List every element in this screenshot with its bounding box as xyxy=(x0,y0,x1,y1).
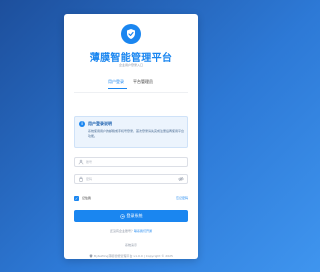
password-input[interactable] xyxy=(86,175,176,183)
remember-checkbox[interactable]: ✓ xyxy=(74,196,79,201)
tabs-divider xyxy=(74,92,188,93)
password-field[interactable] xyxy=(74,174,188,184)
app-subtitle: 企业用户登录入口 xyxy=(118,63,143,67)
tab-user-login[interactable]: 用户登录 xyxy=(108,78,124,86)
login-button[interactable]: 登录系统 xyxy=(74,210,188,222)
login-button-label: 登录系统 xyxy=(126,213,143,218)
login-notice: i 用户登录说明 系统使用用户的邮箱或手机号登录，首次登录请先完成注册后再使用平… xyxy=(74,116,188,148)
login-icon xyxy=(119,213,125,219)
app-title: 薄膜智能管理平台 xyxy=(89,53,173,64)
register-row: 还没有企业账号？联系我们开通 xyxy=(64,229,198,234)
remember-me[interactable]: ✓ 记住我 xyxy=(74,196,134,202)
user-icon xyxy=(78,159,84,165)
shield-check-icon xyxy=(121,24,141,44)
tab-admin-login[interactable]: 平台管理员 xyxy=(133,78,153,86)
login-tabs: 用户登录 平台管理员 xyxy=(108,78,168,92)
notice-text: 系统使用用户的邮箱或手机号登录，首次登录请先完成注册后再使用平台功能。 xyxy=(88,129,185,138)
login-card: 薄膜智能管理平台 企业用户登录入口 用户登录 平台管理员 i 用户登录说明 系统… xyxy=(64,14,198,259)
username-field[interactable] xyxy=(74,157,188,167)
notice-title: 用户登录说明 xyxy=(88,121,112,126)
footer: ByteWing薄膜智能管理平台 v1.0.0 | Copyright © 20… xyxy=(64,254,198,259)
username-input[interactable] xyxy=(86,158,176,166)
footer-text: ByteWing薄膜智能管理平台 v1.0.0 | Copyright © 20… xyxy=(94,254,173,258)
forgot-password-link[interactable]: 忘记密码 xyxy=(176,196,188,201)
lock-icon xyxy=(79,176,83,182)
register-prefix: 还没有企业账号？ xyxy=(109,229,134,233)
system-demo-link[interactable]: 系统演示 xyxy=(64,243,198,248)
contact-us-link[interactable]: 联系我们开通 xyxy=(134,229,152,233)
eye-icon[interactable] xyxy=(178,176,184,182)
info-icon: i xyxy=(79,121,85,127)
remember-label: 记住我 xyxy=(82,196,92,200)
shield-icon xyxy=(89,254,93,258)
active-tab-indicator xyxy=(108,88,127,89)
